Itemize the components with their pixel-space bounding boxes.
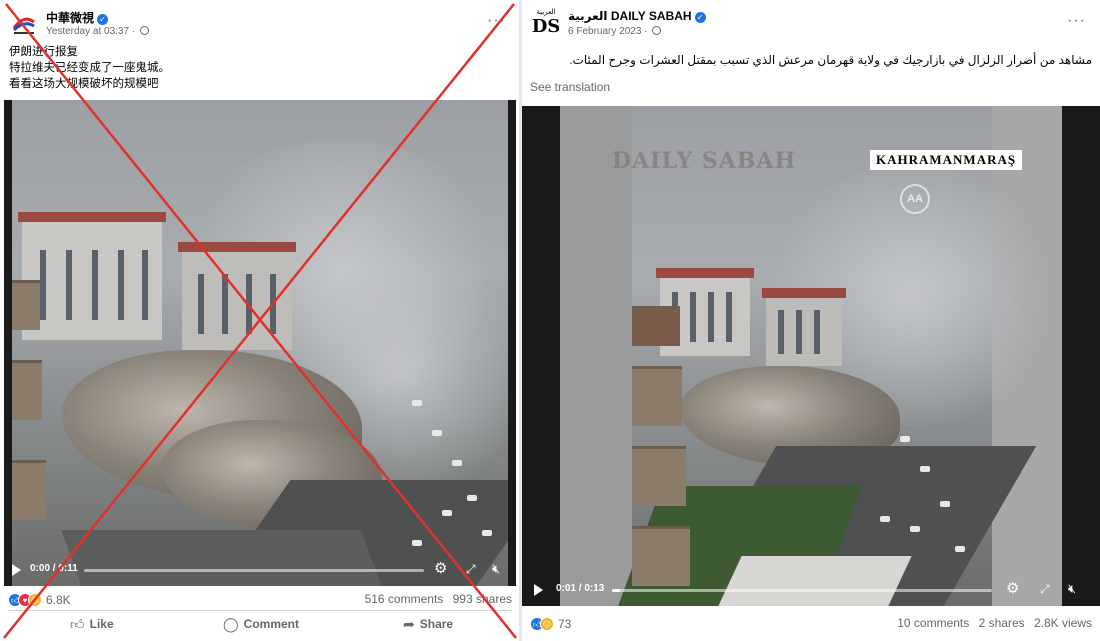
shares-count[interactable]: 2 shares — [979, 616, 1025, 630]
mute-icon[interactable]: 🔇︎ — [1068, 580, 1076, 598]
sad-reaction-icon: ☹ — [28, 592, 42, 607]
comment-label: Comment — [243, 617, 300, 631]
post-stats: 👍︎ ☹ 73 10 comments 2 shares 2.8K views — [530, 614, 1092, 634]
sad-reaction-icon: ☹ — [540, 616, 554, 631]
play-icon[interactable] — [12, 564, 21, 576]
video-time: 0:00 / 0:11 — [30, 563, 78, 574]
caption-line: 伊朗进行报复 — [9, 46, 78, 58]
engagement-stats: 10 comments 2 shares 2.8K views — [891, 616, 1092, 630]
share-label: Share — [419, 617, 454, 631]
see-translation-link[interactable]: See translation — [530, 80, 610, 94]
reactions-summary[interactable]: 👍︎ ☹ 73 — [530, 616, 571, 631]
reactions-count: 73 — [558, 616, 572, 631]
mute-icon[interactable]: 🔇︎ — [492, 560, 500, 578]
left-post: 中華微視 ✓ Yesterday at 03:37 · ··· 伊朗进行报复 特拉… — [0, 0, 520, 641]
post-timestamp-row: 6 February 2023 · — [568, 26, 662, 37]
video-time: 0:01 / 0:13 — [556, 583, 605, 594]
more-options-icon[interactable]: ··· — [1067, 12, 1086, 30]
video-player[interactable]: DAILY SABAH KAHRAMANMARAŞ AA 0:01 / 0:13… — [522, 106, 1100, 606]
page-name-row[interactable]: 中華微視 ✓ — [46, 9, 109, 26]
share-arrow-icon: ➦ — [403, 616, 415, 632]
page-name[interactable]: 中華微視 — [46, 11, 94, 25]
comment-button[interactable]: ◯ Comment — [223, 616, 299, 633]
globe-icon — [652, 26, 662, 35]
caption-line: 特拉维夫已经变成了一座鬼城。 — [9, 62, 170, 74]
settings-gear-icon[interactable]: ⚙ — [1006, 580, 1019, 598]
cctv-logo-icon — [8, 8, 40, 40]
comment-bubble-icon: ◯ — [223, 616, 239, 632]
verified-badge-icon: ✓ — [694, 12, 706, 23]
page-avatar[interactable]: العربية DS — [530, 8, 562, 40]
post-timestamp[interactable]: Yesterday at 03:37 · — [46, 26, 135, 37]
video-progress-bar[interactable] — [84, 569, 424, 572]
location-tag: KAHRAMANMARAŞ — [870, 150, 1023, 170]
video-progress-fill — [612, 589, 620, 592]
views-count: 2.8K views — [1033, 616, 1092, 630]
video-progress-bar[interactable] — [612, 589, 992, 592]
news-agency-logo-icon: AA — [900, 184, 930, 214]
video-frame[interactable]: DAILY SABAH KAHRAMANMARAŞ AA — [560, 106, 1062, 606]
settings-gear-icon[interactable]: ⚙ — [434, 560, 447, 578]
verified-badge-icon: ✓ — [97, 14, 109, 25]
fullscreen-icon[interactable]: ⤢ — [466, 560, 476, 578]
reactions-count: 6.8K — [46, 592, 71, 607]
like-button[interactable]: 👍︎ Like — [70, 616, 114, 633]
post-header: العربية DS العربية DAILY SABAH ✓ 6 Februa… — [530, 6, 1092, 42]
video-frame[interactable] — [12, 100, 508, 586]
video-player[interactable]: 0:00 / 0:11 ⚙ ⤢ 🔇︎ — [4, 100, 516, 586]
fullscreen-icon[interactable]: ⤢ — [1040, 580, 1050, 598]
video-controls: 0:01 / 0:13 ⚙ ⤢ 🔇︎ — [522, 574, 1100, 606]
post-caption: مشاهد من أضرار الزلزال في بازارجيك في ول… — [569, 53, 1092, 67]
play-icon[interactable] — [534, 584, 543, 596]
post-caption: 伊朗进行报复 特拉维夫已经变成了一座鬼城。 看看这场大规模破坏的规模吧 — [9, 44, 489, 92]
post-stats: 👍︎ ♥ ☹ 6.8K 516 comments 993 shares — [8, 590, 512, 610]
page-name-row[interactable]: العربية DAILY SABAH ✓ — [568, 9, 706, 23]
comments-count[interactable]: 516 comments — [365, 592, 444, 606]
comments-count[interactable]: 10 comments — [897, 616, 969, 630]
post-header: 中華微視 ✓ Yesterday at 03:37 · ··· — [8, 6, 512, 42]
thumbs-up-icon: 👍︎ — [70, 616, 85, 632]
page-name[interactable]: العربية DAILY SABAH — [568, 9, 692, 23]
video-watermark: DAILY SABAH — [612, 148, 797, 174]
reactions-summary[interactable]: 👍︎ ♥ ☹ 6.8K — [8, 592, 71, 607]
like-label: Like — [89, 617, 114, 631]
right-post: العربية DS العربية DAILY SABAH ✓ 6 Februa… — [522, 0, 1100, 641]
post-actions: 👍︎ Like ◯ Comment ➦ Share — [8, 610, 512, 634]
share-button[interactable]: ➦ Share — [403, 616, 453, 633]
video-controls: 0:00 / 0:11 ⚙ ⤢ 🔇︎ — [4, 554, 516, 586]
page-avatar[interactable] — [8, 8, 40, 40]
caption-line: 看看这场大规模破坏的规模吧 — [9, 78, 159, 90]
globe-icon — [139, 26, 149, 35]
avatar-ds-logo: DS — [531, 16, 561, 37]
post-timestamp-row: Yesterday at 03:37 · — [46, 26, 149, 37]
engagement-stats: 516 comments 993 shares — [359, 592, 512, 606]
more-options-icon[interactable]: ··· — [487, 12, 506, 30]
shares-count[interactable]: 993 shares — [453, 592, 512, 606]
post-timestamp[interactable]: 6 February 2023 · — [568, 26, 648, 37]
